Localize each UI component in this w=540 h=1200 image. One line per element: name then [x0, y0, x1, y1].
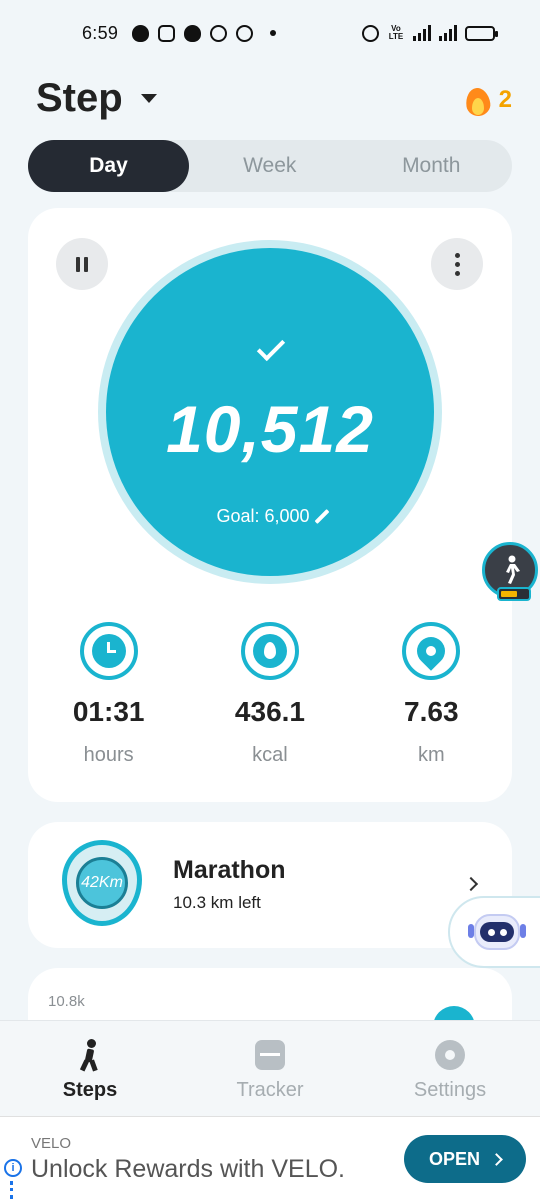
page-title: Step [36, 76, 123, 120]
chevron-right-icon [463, 876, 479, 892]
stat-value: 436.1 [234, 696, 305, 727]
nav-label: Steps [62, 1079, 118, 1101]
stat-unit: km [417, 744, 445, 766]
tab-day[interactable]: Day [28, 140, 189, 192]
status-bar: 6:59 Vo LTE [0, 0, 540, 66]
stat-duration: 01:31 hours [28, 622, 189, 767]
check-icon [256, 332, 286, 362]
messenger-icon [184, 24, 202, 42]
whatsapp-icon [236, 24, 254, 42]
nav-tracker[interactable]: Tracker [180, 1021, 360, 1116]
signal-icon [413, 25, 431, 41]
ad-brand: VELO [31, 1135, 72, 1152]
more-vertical-icon [454, 252, 460, 258]
snapchat-icon [132, 24, 150, 42]
stat-distance: 7.63 km [351, 622, 512, 767]
ai-assistant-button[interactable] [448, 896, 540, 968]
clock-icon [79, 622, 138, 680]
nav-settings[interactable]: Settings [360, 1021, 540, 1116]
notification-icons [132, 24, 277, 42]
location-pin-icon [402, 622, 461, 680]
period-segmented-control: Day Week Month [28, 140, 512, 192]
medal-label: 42Km [76, 857, 128, 909]
progress-ring: 10,512 Goal: 6,000 [98, 240, 538, 601]
steps-disc: 10,512 Goal: 6,000 [106, 248, 434, 576]
streak-count: 2 [498, 86, 512, 113]
nav-label: Tracker [236, 1079, 304, 1101]
pencil-icon [314, 509, 329, 524]
alarm-icon [362, 24, 379, 42]
more-notifications-dot [270, 30, 277, 36]
ad-options-icon [10, 1181, 14, 1199]
marathon-medal-icon: 42Km [62, 840, 142, 926]
battery-mini-icon [497, 587, 531, 601]
stat-value: 01:31 [72, 696, 145, 727]
chevron-right-icon [490, 1152, 503, 1166]
steps-card: 10,512 Goal: 6,000 01:31 hours 436.1 kca… [28, 208, 538, 802]
stat-value: 7.63 [404, 696, 459, 727]
nav-label: Settings [413, 1079, 487, 1101]
pulse-icon [254, 1039, 286, 1071]
tab-month[interactable]: Month [351, 140, 513, 192]
bottom-navigation: Steps Tracker Settings [0, 1020, 540, 1116]
walk-mode-badge[interactable] [482, 542, 538, 601]
steps-count: 10,512 [166, 392, 374, 466]
page-title-dropdown[interactable]: Step [36, 76, 157, 121]
system-icons: Vo LTE [362, 24, 498, 42]
marathon-remaining: 10.3 km left [173, 893, 261, 912]
ad-banner[interactable]: i VELO Unlock Rewards with VELO. OPEN [0, 1116, 540, 1200]
walking-icon [74, 1039, 106, 1072]
battery-icon [465, 25, 498, 41]
signal-icon [439, 25, 457, 41]
goal-label: Goal: 6,000 [216, 506, 310, 526]
whatsapp-icon [210, 24, 228, 42]
robot-icon [468, 910, 526, 954]
tab-week[interactable]: Week [189, 140, 351, 192]
marathon-title: Marathon [173, 856, 286, 884]
goal-edit[interactable]: Goal: 6,000 [106, 506, 434, 527]
walking-person-icon [506, 555, 520, 584]
instagram-icon [158, 24, 176, 42]
ad-headline: Unlock Rewards with VELO. [31, 1155, 346, 1183]
flame-icon [465, 84, 491, 116]
pause-icon [76, 256, 80, 272]
settings-icon [434, 1039, 466, 1071]
stat-unit: hours [83, 744, 134, 766]
ad-info-icon[interactable]: i [4, 1159, 22, 1177]
stat-calories: 436.1 kcal [189, 622, 350, 767]
marathon-card[interactable]: 42Km Marathon 10.3 km left [28, 822, 512, 948]
status-time: 6:59 [82, 22, 119, 43]
flame-icon [240, 622, 299, 680]
caret-down-icon [140, 94, 157, 103]
chart-y-max-label: 10.8k [48, 993, 85, 1010]
nav-steps[interactable]: Steps [0, 1021, 180, 1116]
stats-row: 01:31 hours 436.1 kcal 7.63 km [28, 622, 512, 767]
streak-counter[interactable]: 2 [465, 84, 512, 116]
volte-label: Vo LTE [388, 24, 404, 41]
ad-open-label: OPEN [428, 1148, 480, 1169]
more-options-button[interactable] [431, 238, 483, 290]
pause-button[interactable] [56, 238, 108, 290]
ad-open-button[interactable]: OPEN [404, 1135, 526, 1183]
stat-unit: kcal [252, 744, 288, 766]
